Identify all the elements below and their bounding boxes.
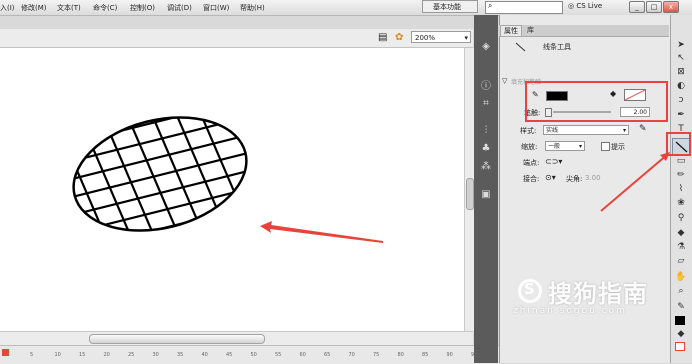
join-label: 接合: [523, 175, 540, 183]
watermark-url: zhinan.sogou.com [513, 306, 627, 316]
style-value: 实线 [546, 127, 559, 134]
menu-debug[interactable]: 调试(D) [167, 3, 192, 13]
eraser-tool-icon[interactable]: ▱ [674, 256, 688, 267]
timeline-tick: 75 [373, 352, 380, 358]
red-arrow-annotation [260, 221, 383, 243]
info-icon[interactable]: ⓘ [478, 80, 494, 94]
zoom-select[interactable]: 200% ▾ [411, 31, 471, 43]
timeline-tick: 25 [128, 352, 135, 358]
components-icon[interactable]: ▣ [478, 188, 494, 202]
chevron-down-icon: ▾ [578, 143, 582, 150]
fill-color-chip[interactable] [675, 342, 685, 351]
edit-symbol-icon[interactable]: ✿ [395, 32, 403, 43]
timeline-tick: 55 [275, 352, 282, 358]
style-label: 样式: [520, 127, 537, 135]
paint-bucket-tool-icon[interactable]: ◆ [674, 228, 688, 239]
tab-properties[interactable]: 属性 [500, 25, 522, 36]
align-icon[interactable]: ⫶ [478, 124, 494, 138]
rectangle-tool-icon[interactable]: ▭ [674, 156, 688, 167]
timeline-tick: 90 [446, 352, 453, 358]
timeline-tick: 35 [177, 352, 184, 358]
scrollbar-thumb[interactable] [89, 334, 265, 344]
lasso-tool-icon[interactable]: ↄ [674, 95, 688, 106]
search-icon: ⌕ [488, 1, 493, 10]
workspace-label: 基本功能 [433, 3, 461, 11]
minimize-button[interactable]: _ [629, 1, 645, 13]
red-arrow-annotation-right [600, 152, 670, 212]
join-select-icon[interactable]: ⊙▾ [545, 173, 556, 182]
scale-value: 一般 [548, 143, 561, 150]
tool-name: 线条工具 [543, 43, 571, 51]
tab-library[interactable]: 库 [524, 25, 537, 36]
watermark-text: 搜狗指南 [548, 280, 648, 308]
hand-tool-icon[interactable]: ✋ [674, 272, 688, 283]
maximize-button[interactable]: □ [646, 1, 662, 13]
sogou-logo-letter: S [524, 280, 535, 298]
stage-drawing [61, 100, 383, 248]
zoom-value: 200% [415, 34, 436, 42]
timeline-tick: 85 [422, 352, 429, 358]
search-input[interactable]: ⌕ [485, 1, 563, 14]
selection-tool-icon[interactable]: ➤ [674, 40, 688, 51]
timeline-tick: 45 [226, 352, 233, 358]
brush-tool-icon[interactable]: ⌇ [674, 184, 688, 195]
scale-label: 缩放: [521, 143, 538, 151]
timeline-tick: 80 [397, 352, 404, 358]
motion-editor-icon[interactable]: ◈ [478, 40, 494, 54]
timeline-tick: 15 [79, 352, 86, 358]
pencil-tool-icon[interactable]: ✏ [674, 170, 688, 181]
transform-icon[interactable]: ⌗ [478, 97, 494, 111]
menu-insert[interactable]: 入(I) [0, 3, 15, 13]
timeline-tick: 50 [250, 352, 257, 358]
cs-live-button[interactable]: ◎ CS Live [568, 2, 602, 10]
timeline-tick: 65 [324, 352, 331, 358]
stroke-settings-highlight [525, 81, 668, 122]
miter-label: 尖角: [566, 175, 583, 183]
timeline-tick: 20 [103, 352, 110, 358]
deco-tool-icon[interactable]: ❀ [674, 198, 688, 209]
workspace-switcher[interactable]: 基本功能 [422, 0, 478, 13]
color-icon[interactable]: ♣ [478, 142, 494, 156]
chevron-down-icon: ▾ [464, 34, 468, 42]
line-tool-icon [515, 42, 526, 52]
timeline-tick: 40 [201, 352, 208, 358]
fill-color-icon[interactable]: ◆ [674, 329, 688, 340]
style-select[interactable]: 实线 ▾ [543, 125, 629, 135]
zoom-tool-icon[interactable]: ⌕ [674, 286, 688, 297]
menu-modify[interactable]: 修改(M) [21, 3, 47, 13]
cs-live-label: CS Live [576, 2, 603, 10]
eyedropper-tool-icon[interactable]: ⚗ [674, 242, 688, 253]
bone-tool-icon[interactable]: ⚲ [674, 213, 688, 224]
vertical-scrollbar[interactable] [464, 48, 474, 331]
timeline-tick: 70 [348, 352, 355, 358]
3d-rotation-tool-icon[interactable]: ◐ [674, 81, 688, 92]
stroke-color-icon[interactable]: ✎ [674, 302, 688, 313]
subselection-tool-icon[interactable]: ↖ [674, 53, 688, 64]
edit-stroke-style-icon[interactable]: ✎ [639, 124, 647, 134]
timeline-tick: 10 [54, 352, 61, 358]
timeline-tick: 5 [30, 352, 34, 358]
timeline-tick: 30 [152, 352, 159, 358]
pen-tool-icon[interactable]: ✒ [674, 110, 688, 121]
stroke-color-chip[interactable] [675, 316, 685, 325]
swatches-icon[interactable]: ⁂ [478, 160, 494, 174]
playhead-icon[interactable] [2, 349, 9, 356]
cap-select-icon[interactable]: ⊂⊃▾ [545, 157, 562, 166]
menu-help[interactable]: 帮助(H) [240, 3, 265, 13]
section-toggle-icon[interactable]: ▽ [502, 77, 507, 85]
scrollbar-thumb[interactable] [466, 178, 474, 210]
menu-control[interactable]: 控制(O) [130, 3, 155, 13]
close-button[interactable]: x [663, 1, 679, 13]
chevron-down-icon: ▾ [622, 127, 626, 134]
cap-label: 端点: [523, 159, 540, 167]
free-transform-tool-icon[interactable]: ⊠ [674, 67, 688, 78]
menu-window[interactable]: 窗口(W) [203, 3, 229, 13]
scale-select[interactable]: 一般 ▾ [545, 141, 585, 151]
menu-text[interactable]: 文本(T) [57, 3, 81, 13]
timeline-tick: 60 [299, 352, 306, 358]
timeline-tick: 95 [471, 352, 478, 358]
edit-scene-icon[interactable]: ▤ [378, 32, 387, 43]
menu-commands[interactable]: 命令(C) [93, 3, 117, 13]
